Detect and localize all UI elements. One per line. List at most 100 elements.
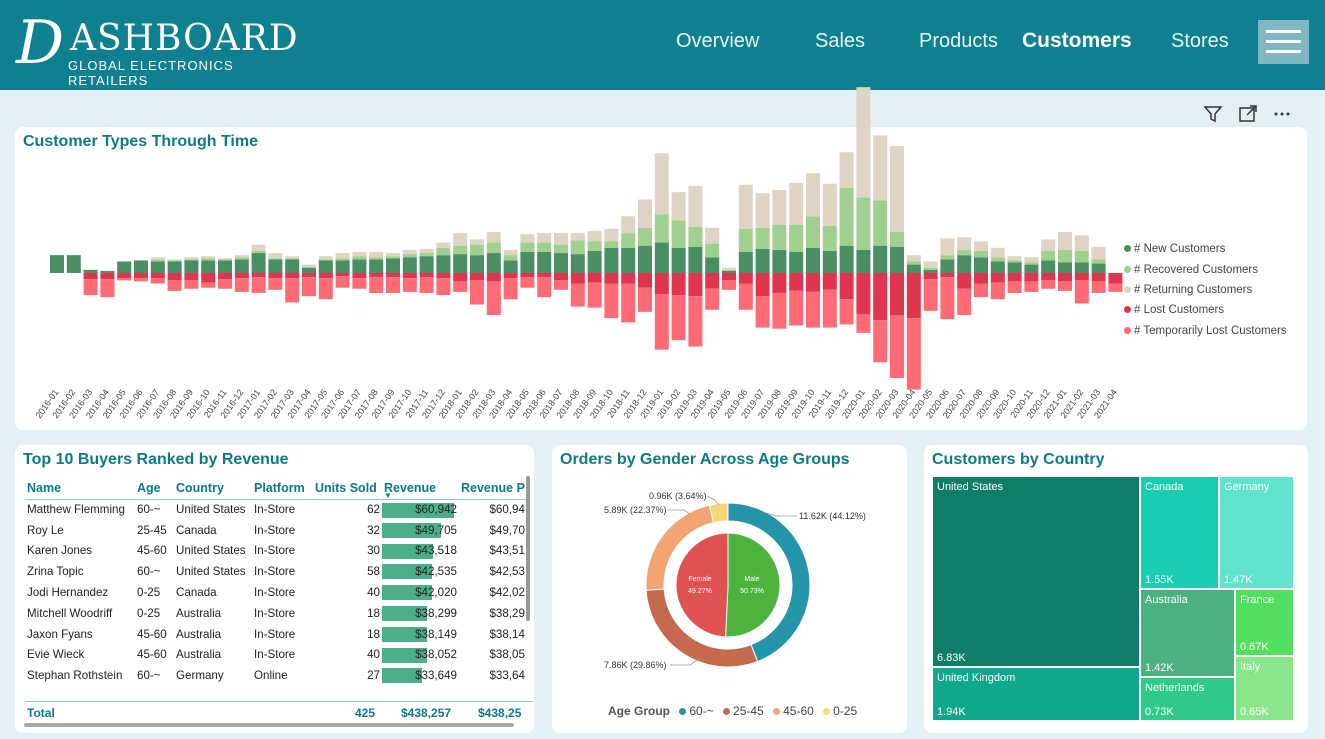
bar-new-2017-04[interactable] <box>302 267 316 273</box>
bar-temp-lost-2016-08[interactable] <box>167 280 182 291</box>
bar-new-2021-03[interactable] <box>1091 263 1106 273</box>
bar-returning-2019-06[interactable] <box>738 184 753 229</box>
bar-lost-2021-04[interactable] <box>1108 273 1123 284</box>
bar-returning-2017-09[interactable] <box>386 253 400 257</box>
bar-lost-2016-08[interactable] <box>167 273 182 281</box>
bar-lost-2020-04[interactable] <box>906 273 921 319</box>
bar-temp-lost-2021-01[interactable] <box>1058 281 1072 291</box>
bar-new-2017-09[interactable] <box>386 258 400 273</box>
bar-new-2018-02[interactable] <box>470 255 484 273</box>
bar-new-2016-03[interactable] <box>83 269 98 273</box>
table-row[interactable]: Evie Wieck 45-60 Australia In-Store 40 $38,05… <box>25 645 527 666</box>
bar-lost-2019-12[interactable] <box>839 273 854 300</box>
bar-recovered-2021-03[interactable] <box>1091 259 1106 264</box>
bar-returning-2017-02[interactable] <box>268 253 283 259</box>
bar-new-2016-07[interactable] <box>150 261 165 273</box>
bar-new-2018-03[interactable] <box>486 253 501 273</box>
bar-temp-lost-2017-03[interactable] <box>285 278 300 303</box>
bar-temp-lost-2018-05[interactable] <box>520 277 535 288</box>
bar-new-2020-04[interactable] <box>906 264 921 273</box>
bar-temp-lost-2019-11[interactable] <box>822 289 837 328</box>
bar-lost-2019-01[interactable] <box>654 273 669 294</box>
bar-lost-2019-05[interactable] <box>722 273 736 281</box>
bar-returning-2020-01[interactable] <box>856 87 871 198</box>
pie-slice-female[interactable] <box>675 532 729 638</box>
bar-recovered-2019-04[interactable] <box>705 243 720 258</box>
bar-new-2018-08[interactable] <box>570 254 585 273</box>
bar-new-2020-06[interactable] <box>940 259 955 273</box>
bar-new-2021-02[interactable] <box>1074 262 1089 274</box>
bar-returning-2019-05[interactable] <box>722 267 736 270</box>
bar-recovered-2018-07[interactable] <box>554 244 568 254</box>
bar-new-2017-11[interactable] <box>419 256 434 273</box>
bar-recovered-2017-09[interactable] <box>386 256 400 259</box>
bar-new-2019-07[interactable] <box>755 248 770 273</box>
bar-new-2018-10[interactable] <box>604 247 619 273</box>
bar-returning-2019-12[interactable] <box>839 152 854 188</box>
bar-new-2019-08[interactable] <box>772 249 787 273</box>
bar-recovered-2018-06[interactable] <box>537 242 552 252</box>
table-row[interactable]: Jaxon Fyans 45-60 Australia In-Store 18 $38,1… <box>25 624 527 645</box>
bar-new-2017-12[interactable] <box>436 255 451 273</box>
table-row[interactable]: Jodi Hernandez 0-25 Canada In-Store 40 $42,02… <box>25 582 527 603</box>
bar-lost-2019-07[interactable] <box>755 273 770 297</box>
bar-recovered-2021-02[interactable] <box>1074 250 1089 263</box>
bar-returning-2020-08[interactable] <box>974 241 988 251</box>
bar-temp-lost-2018-08[interactable] <box>570 283 585 307</box>
bar-new-2020-01[interactable] <box>856 249 871 273</box>
bar-temp-lost-2016-12[interactable] <box>234 278 249 292</box>
bar-lost-2018-09[interactable] <box>587 273 602 283</box>
bar-new-2020-07[interactable] <box>957 255 972 273</box>
bar-recovered-2020-02[interactable] <box>873 200 888 246</box>
bar-returning-2017-05[interactable] <box>318 256 333 260</box>
bar-returning-2018-07[interactable] <box>554 233 568 245</box>
bar-lost-2016-12[interactable] <box>234 273 249 279</box>
bar-recovered-2019-03[interactable] <box>688 226 703 247</box>
bar-returning-2017-01[interactable] <box>251 244 266 251</box>
bar-lost-2016-05[interactable] <box>117 273 132 279</box>
bar-new-2016-10[interactable] <box>201 260 216 273</box>
bar-lost-2020-09[interactable] <box>990 273 1005 283</box>
bar-new-2018-06[interactable] <box>537 252 552 273</box>
bar-new-2017-02[interactable] <box>268 259 283 273</box>
bar-returning-2019-02[interactable] <box>671 192 686 221</box>
bar-recovered-2020-10[interactable] <box>1007 260 1022 263</box>
bar-new-2020-10[interactable] <box>1007 262 1022 274</box>
bar-new-2019-12[interactable] <box>839 245 854 273</box>
bar-returning-2021-03[interactable] <box>1091 246 1106 260</box>
bar-lost-2017-03[interactable] <box>285 273 300 279</box>
bar-lost-2019-04[interactable] <box>705 273 720 289</box>
bar-returning-2019-09[interactable] <box>789 182 804 225</box>
bar-returning-2018-12[interactable] <box>638 199 652 228</box>
treemap-cell-germany[interactable]: Germany 1.47K <box>1219 476 1294 589</box>
bar-lost-2019-11[interactable] <box>822 273 837 290</box>
treemap-cell-netherlands[interactable]: Netherlands 0.73K <box>1140 677 1235 721</box>
bar-recovered-2020-11[interactable] <box>1024 262 1039 265</box>
bar-lost-2020-11[interactable] <box>1024 273 1039 282</box>
bar-temp-lost-2020-04[interactable] <box>906 318 921 390</box>
bar-returning-2017-08[interactable] <box>369 252 384 258</box>
legend-recovered-customers[interactable]: # Recovered Customers <box>1124 264 1258 276</box>
bar-returning-2020-07[interactable] <box>957 237 972 250</box>
bar-new-2016-08[interactable] <box>167 261 182 273</box>
bar-returning-2016-10[interactable] <box>201 256 216 259</box>
table-row[interactable]: Stephan Rothstein 60-~ Germany Online 27 $33,… <box>25 665 527 686</box>
pie-slice-male[interactable] <box>725 532 781 638</box>
bar-lost-2016-03[interactable] <box>83 273 98 280</box>
bar-returning-2017-07[interactable] <box>352 252 367 257</box>
bar-lost-2016-10[interactable] <box>201 273 216 283</box>
bar-temp-lost-2020-10[interactable] <box>1007 281 1022 293</box>
bar-new-2017-08[interactable] <box>369 259 384 273</box>
bar-lost-2017-01[interactable] <box>251 273 266 278</box>
bar-returning-2018-11[interactable] <box>621 216 636 234</box>
bar-returning-2018-02[interactable] <box>470 239 484 245</box>
bar-recovered-2018-03[interactable] <box>486 242 501 254</box>
treemap-cell-italy[interactable]: Italy 0.65K <box>1235 656 1294 721</box>
bar-new-2018-05[interactable] <box>520 252 535 273</box>
bar-recovered-2018-04[interactable] <box>503 255 518 261</box>
bar-returning-2020-11[interactable] <box>1024 257 1039 263</box>
table-row[interactable]: Zrina Topic 60-~ United States In-Store 58 $4… <box>25 561 527 582</box>
bar-lost-2020-02[interactable] <box>873 273 888 321</box>
bar-new-2016-06[interactable] <box>134 260 148 273</box>
bar-temp-lost-2019-03[interactable] <box>688 296 703 347</box>
